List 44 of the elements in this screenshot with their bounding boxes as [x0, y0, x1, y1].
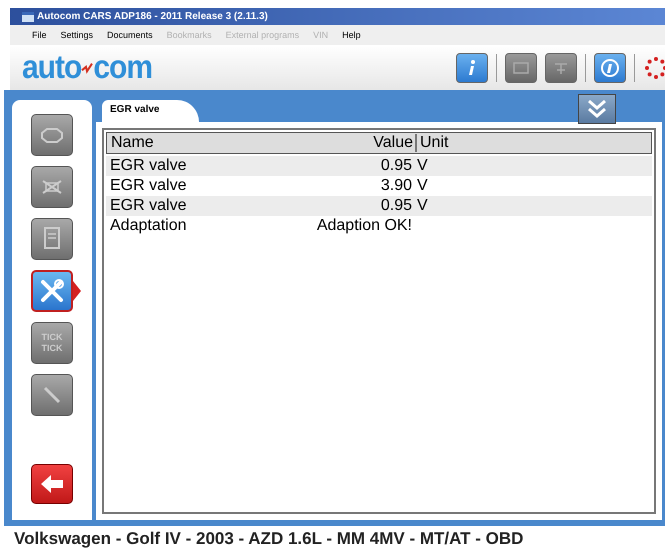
toolbar-button[interactable] [545, 52, 577, 82]
column-header: Name [110, 134, 155, 152]
table-cell-text: Adaption OK! [316, 217, 413, 235]
column-header: Value [301, 134, 417, 152]
tools-icon [38, 277, 66, 305]
table-cell-text: V [416, 177, 428, 195]
menu-item: External programs [226, 30, 300, 40]
sidebar-button[interactable] [31, 166, 73, 208]
sidebar-button[interactable] [31, 114, 73, 156]
pointer-icon [73, 281, 81, 301]
sidebar-button[interactable] [31, 218, 73, 260]
table-cell-text: EGR valve [109, 177, 188, 195]
menu-item: VIN [313, 30, 328, 40]
collapse-button[interactable] [578, 94, 616, 124]
help-button[interactable] [594, 52, 626, 82]
back-arrow-icon [39, 473, 65, 495]
table-cell-text: 0.95 [380, 157, 413, 175]
column-header: Unit [419, 134, 448, 152]
loading-icon [643, 54, 665, 80]
vehicle-info-text: Volkswagen - Golf IV - 2003 - AZD 1.6L - MM 4MV - MT/AT - OBD [13, 528, 524, 550]
document-icon [41, 226, 63, 252]
window-title: Autocom CARS ADP186 - 2011 Release 3 (2.11.3) [37, 11, 268, 22]
table-cell-text: Adaptation [109, 217, 188, 235]
table-cell-text: EGR valve [109, 197, 188, 215]
window-icon [22, 12, 34, 22]
table-cell-text: 0.95 [380, 197, 413, 215]
menu-item[interactable]: File [32, 30, 47, 40]
table-cell-text: V [416, 197, 428, 215]
table-cell-text: EGR valve [109, 157, 188, 175]
sidebar-button[interactable] [31, 374, 73, 416]
menu-item[interactable]: Help [342, 30, 361, 40]
logo: auto com [21, 48, 152, 86]
table-cell-text: 3.90 [380, 177, 413, 195]
double-chevron-icon [586, 98, 608, 120]
back-button[interactable] [31, 464, 73, 504]
menu-item: Bookmarks [166, 30, 212, 40]
toolbar-button[interactable] [505, 52, 537, 82]
sidebar-button[interactable] [31, 270, 73, 312]
table-cell-text: V [416, 157, 428, 175]
menu-item[interactable]: Documents [107, 30, 153, 40]
tab[interactable]: EGR valve [102, 100, 200, 122]
menu-item[interactable]: Settings [60, 30, 94, 40]
help-icon [600, 58, 620, 78]
info-button[interactable] [456, 52, 488, 82]
